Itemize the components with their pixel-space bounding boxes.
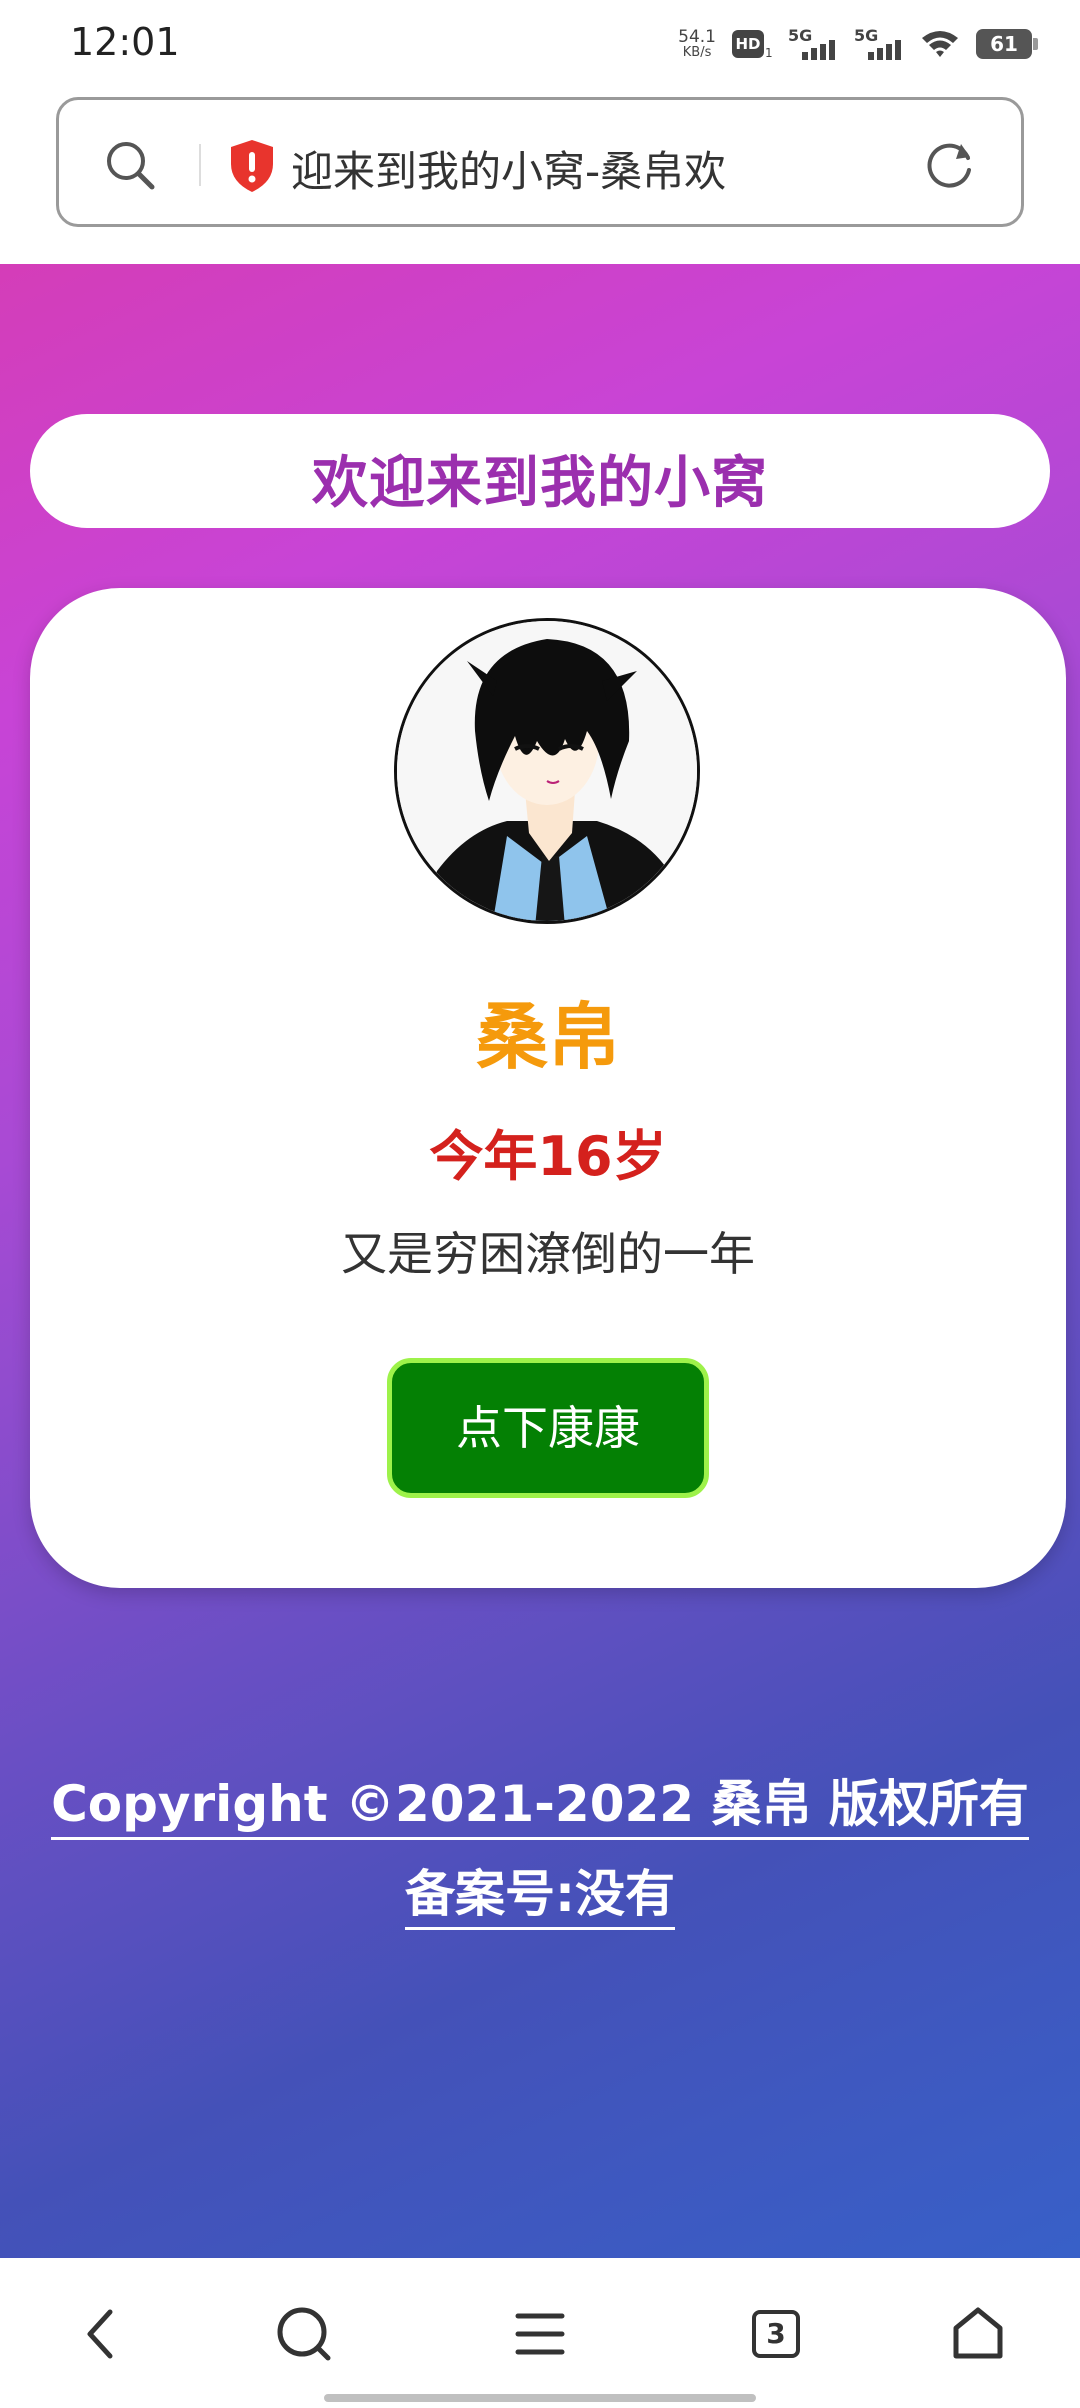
shield-alert-icon[interactable]: [227, 138, 277, 194]
hd-label: HD: [732, 30, 764, 58]
search-icon[interactable]: [103, 138, 157, 192]
profile-card: 桑帛 今年16岁 又是穷困潦倒的一年 点下康康: [30, 588, 1066, 1588]
signal-icon: 5G: [854, 26, 904, 62]
bottom-nav: 3: [0, 2258, 1080, 2408]
search-icon[interactable]: [268, 2298, 340, 2370]
page-content: 欢迎来到我的小窝 桑帛 今年16岁 又是穷困潦倒的一年 点下康康 Copyrig…: [0, 264, 1080, 2258]
reload-icon[interactable]: [921, 136, 979, 194]
address-bar[interactable]: 迎来到我的小窝-桑帛欢: [56, 97, 1024, 227]
profile-motto: 又是穷困潦倒的一年: [341, 1227, 755, 1281]
status-icons: 54.1 KB/s HD 1 5G 5G 61: [678, 22, 1038, 66]
address-divider: [199, 144, 201, 186]
home-icon[interactable]: [942, 2298, 1014, 2370]
back-icon[interactable]: [66, 2298, 138, 2370]
anime-avatar-image: [397, 621, 697, 921]
welcome-banner: 欢迎来到我的小窝: [30, 414, 1050, 528]
tabs-icon[interactable]: 3: [740, 2298, 812, 2370]
status-time: 12:01: [70, 20, 180, 64]
avatar: [394, 618, 700, 924]
net-speed-unit: KB/s: [682, 45, 712, 60]
profile-age: 今年16岁: [429, 1125, 667, 1188]
footer-copyright[interactable]: Copyright ©2021-2022 桑帛 版权所有: [0, 1764, 1080, 1840]
tab-count: 3: [752, 2310, 800, 2358]
wifi-icon: [922, 31, 958, 57]
hd-sub: 1: [765, 46, 773, 60]
battery-icon: 61: [976, 29, 1038, 59]
signal-icon: 5G: [788, 26, 838, 62]
profile-name: 桑帛: [475, 995, 620, 1079]
net-speed-value: 54.1: [678, 27, 716, 47]
status-bar: 12:01 54.1 KB/s HD 1 5G 5G 61: [0, 0, 1080, 88]
menu-icon[interactable]: [504, 2298, 576, 2370]
icp-link[interactable]: 备案号:没有: [405, 1865, 675, 1930]
battery-level: 61: [990, 32, 1018, 56]
address-page-title[interactable]: 迎来到我的小窝-桑帛欢: [291, 138, 726, 199]
footer-icp[interactable]: 备案号:没有: [0, 1854, 1080, 1930]
copyright-link[interactable]: Copyright ©2021-2022 桑帛 版权所有: [51, 1775, 1029, 1840]
net-speed: 54.1 KB/s: [678, 27, 716, 60]
hd-icon: HD 1: [732, 28, 773, 60]
home-indicator[interactable]: [324, 2394, 756, 2402]
look-button[interactable]: 点下康康: [387, 1358, 709, 1498]
welcome-title: 欢迎来到我的小窝: [312, 451, 768, 516]
